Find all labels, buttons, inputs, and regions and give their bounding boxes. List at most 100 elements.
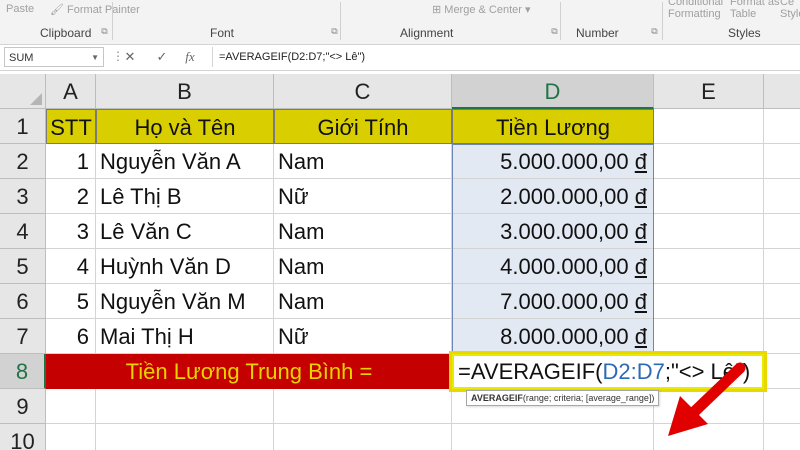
- insert-function-icon[interactable]: fx: [180, 48, 200, 66]
- format-painter-button[interactable]: 🖌 Format Painter: [50, 3, 140, 16]
- row-header-3[interactable]: 3: [0, 179, 46, 214]
- formula-input[interactable]: =AVERAGEIF(D2:D7;"<> Lê"): [212, 47, 796, 67]
- formula-bar: SUM ▼ ⋮ ✕ ✓ fx =AVERAGEIF(D2:D7;"<> Lê"): [0, 45, 800, 71]
- stt-cell[interactable]: 6: [46, 319, 96, 354]
- paste-button[interactable]: Paste: [6, 3, 34, 15]
- header-cell-gender[interactable]: Giới Tính: [274, 109, 452, 144]
- currency-symbol: đ: [634, 254, 647, 279]
- format-as-table-button[interactable]: Format as Table: [730, 0, 780, 20]
- chevron-down-icon[interactable]: ▼: [91, 48, 99, 68]
- empty-cell[interactable]: [96, 389, 274, 424]
- salary-cell[interactable]: 4.000.000,00 đ: [452, 249, 654, 284]
- empty-cell[interactable]: [46, 389, 96, 424]
- font-launcher-icon[interactable]: ⧉: [330, 27, 339, 36]
- column-header-a[interactable]: A: [46, 74, 96, 109]
- row-header-1[interactable]: 1: [0, 109, 46, 144]
- name-cell[interactable]: Lê Thị B: [96, 179, 274, 214]
- gender-cell[interactable]: Nam: [274, 284, 452, 319]
- salary-value: 3.000.000,00: [500, 219, 629, 244]
- enter-icon[interactable]: ✓: [152, 48, 172, 66]
- row-header-4[interactable]: 4: [0, 214, 46, 249]
- stt-cell[interactable]: 3: [46, 214, 96, 249]
- name-cell[interactable]: Mai Thị H: [96, 319, 274, 354]
- header-cell-stt[interactable]: STT: [46, 109, 96, 144]
- salary-cell[interactable]: 7.000.000,00 đ: [452, 284, 654, 319]
- average-salary-label-cell[interactable]: Tiền Lương Trung Bình =: [46, 354, 453, 389]
- conditional-label: Conditional: [668, 0, 724, 8]
- stt-cell[interactable]: 5: [46, 284, 96, 319]
- group-alignment-label: Alignment: [400, 26, 454, 40]
- empty-cell[interactable]: [96, 424, 274, 450]
- salary-cell[interactable]: 5.000.000,00 đ: [452, 144, 654, 179]
- empty-cell[interactable]: [764, 144, 800, 179]
- merge-center-button[interactable]: ⊞ Merge & Center ▾: [432, 3, 531, 16]
- merge-center-icon: ⊞: [432, 4, 442, 16]
- name-cell[interactable]: Lê Văn C: [96, 214, 274, 249]
- clipboard-launcher-icon[interactable]: ⧉: [100, 27, 109, 36]
- name-cell[interactable]: Nguyễn Văn M: [96, 284, 274, 319]
- empty-cell[interactable]: [764, 284, 800, 319]
- empty-cell[interactable]: [274, 424, 452, 450]
- salary-value: 8.000.000,00: [500, 324, 629, 349]
- currency-symbol: đ: [634, 289, 647, 314]
- empty-cell[interactable]: [764, 179, 800, 214]
- empty-cell[interactable]: [654, 284, 764, 319]
- column-header-e[interactable]: E: [654, 74, 764, 109]
- gender-cell[interactable]: Nam: [274, 214, 452, 249]
- empty-cell[interactable]: [654, 249, 764, 284]
- name-cell[interactable]: Nguyễn Văn A: [96, 144, 274, 179]
- stt-cell[interactable]: 1: [46, 144, 96, 179]
- empty-cell[interactable]: [764, 424, 800, 450]
- name-box[interactable]: SUM ▼: [4, 47, 104, 67]
- empty-cell[interactable]: [764, 389, 800, 424]
- empty-cell[interactable]: [764, 214, 800, 249]
- empty-cell[interactable]: [654, 319, 764, 354]
- row-header-9[interactable]: 9: [0, 389, 46, 424]
- salary-value: 4.000.000,00: [500, 254, 629, 279]
- currency-symbol: đ: [634, 184, 647, 209]
- empty-cell[interactable]: [654, 144, 764, 179]
- gender-cell[interactable]: Nữ: [274, 179, 452, 214]
- name-cell[interactable]: Huỳnh Văn D: [96, 249, 274, 284]
- alignment-launcher-icon[interactable]: ⧉: [550, 27, 559, 36]
- conditional-sublabel: Formatting: [668, 8, 721, 20]
- row-header-10[interactable]: 10: [0, 424, 46, 450]
- conditional-formatting-button[interactable]: Conditional Formatting: [668, 0, 723, 20]
- empty-cell[interactable]: [654, 214, 764, 249]
- gender-cell[interactable]: Nam: [274, 249, 452, 284]
- ribbon-divider: [112, 2, 113, 40]
- empty-cell[interactable]: [46, 424, 96, 450]
- select-all-button[interactable]: [0, 74, 46, 109]
- empty-cell[interactable]: [452, 424, 654, 450]
- row-header-7[interactable]: 7: [0, 319, 46, 354]
- row-header-8[interactable]: 8: [0, 354, 46, 389]
- cancel-icon[interactable]: ✕: [120, 48, 140, 66]
- header-cell-salary[interactable]: Tiền Lương: [452, 109, 654, 144]
- column-header-f[interactable]: [764, 74, 800, 109]
- number-launcher-icon[interactable]: ⧉: [650, 27, 659, 36]
- row-header-6[interactable]: 6: [0, 284, 46, 319]
- stt-cell[interactable]: 2: [46, 179, 96, 214]
- stt-cell[interactable]: 4: [46, 249, 96, 284]
- ribbon-divider: [662, 2, 663, 40]
- column-header-d[interactable]: D: [452, 74, 654, 109]
- empty-cell[interactable]: [654, 179, 764, 214]
- empty-cell[interactable]: [654, 109, 764, 144]
- column-header-b[interactable]: B: [96, 74, 274, 109]
- salary-cell[interactable]: 8.000.000,00 đ: [452, 319, 654, 354]
- gender-cell[interactable]: Nữ: [274, 319, 452, 354]
- empty-cell[interactable]: [764, 319, 800, 354]
- cell-styles-button[interactable]: CeStyle: [780, 0, 800, 20]
- row-header-5[interactable]: 5: [0, 249, 46, 284]
- empty-cell[interactable]: [764, 109, 800, 144]
- empty-cell[interactable]: [764, 354, 800, 389]
- empty-cell[interactable]: [274, 389, 452, 424]
- gender-cell[interactable]: Nam: [274, 144, 452, 179]
- salary-cell[interactable]: 3.000.000,00 đ: [452, 214, 654, 249]
- format-as-label: Format as: [730, 0, 780, 8]
- row-header-2[interactable]: 2: [0, 144, 46, 179]
- salary-cell[interactable]: 2.000.000,00 đ: [452, 179, 654, 214]
- empty-cell[interactable]: [764, 249, 800, 284]
- column-header-c[interactable]: C: [274, 74, 452, 109]
- header-cell-name[interactable]: Họ và Tên: [96, 109, 274, 144]
